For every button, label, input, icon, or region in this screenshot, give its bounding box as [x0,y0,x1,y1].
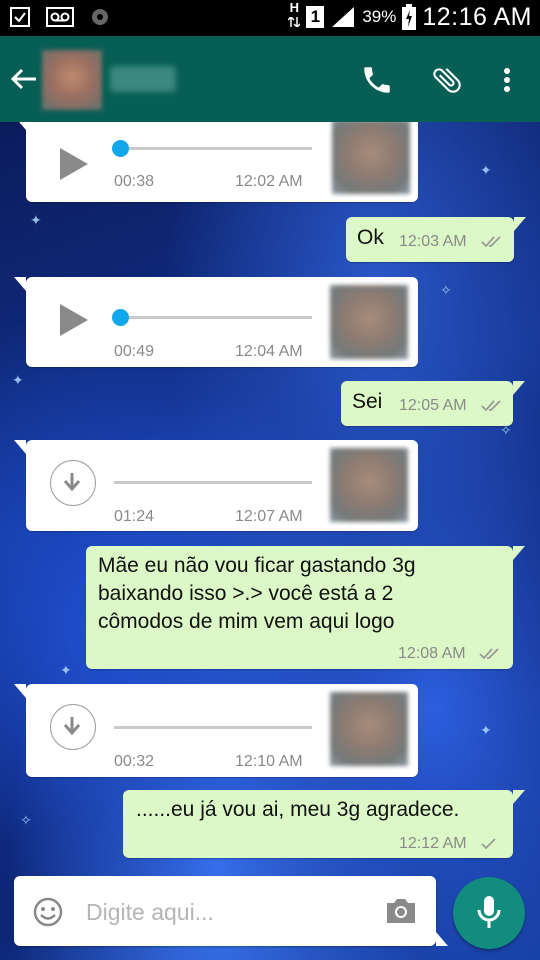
settings-icon [92,9,108,25]
play-icon[interactable] [56,146,92,182]
message-text: ......eu já vou ai, meu 3g agradece. [136,798,460,821]
audio-message[interactable]: 01:24 12:07 AM [14,440,418,531]
camera-icon[interactable] [384,896,418,926]
mic-button[interactable] [453,877,525,949]
message-text: Mãe eu não vou ficar gastando 3g baixand… [98,552,416,636]
contact-avatar[interactable] [42,50,102,110]
audio-duration: 00:49 [114,343,155,360]
battery-percent: 39% [362,7,397,26]
contact-name[interactable] [110,66,176,92]
data-arrows-icon [287,15,301,29]
message-time: 12:03 AM [399,233,467,250]
sender-thumbnail [330,285,408,359]
audio-seekbar[interactable] [114,481,312,484]
seekbar-knob[interactable] [112,309,129,326]
double-check-icon [481,400,501,412]
message-line: Mãe eu não vou ficar gastando 3g [98,554,416,577]
message-time: 12:02 AM [235,173,303,190]
audio-duration: 01:24 [114,508,155,525]
sim-slot: 1 [306,6,325,28]
audio-seekbar[interactable] [112,309,312,326]
signal-icon [332,7,355,27]
back-arrow-icon[interactable] [8,63,40,95]
message-line: baixando isso >.> você está a 2 [98,582,394,605]
audio-duration: 00:38 [114,173,155,190]
message-line: cômodos de mim vem aqui logo [98,610,395,633]
battery-charging-icon [402,4,417,30]
clock: 12:16 AM [422,2,532,31]
emoji-icon[interactable] [32,896,64,928]
seekbar-knob[interactable] [112,140,129,157]
audio-duration: 00:32 [114,753,155,770]
download-button[interactable] [50,704,96,750]
message-time: 12:05 AM [399,397,467,414]
message-input-bar [14,876,448,946]
audio-seekbar[interactable] [114,726,312,729]
double-check-icon [479,648,499,660]
audio-seekbar[interactable] [112,140,312,157]
outgoing-message[interactable]: Sei 12:05 AM [341,381,525,426]
mic-icon [477,896,501,928]
message-input[interactable] [84,892,368,932]
double-check-icon [481,236,501,248]
message-time: 12:04 AM [235,343,303,360]
audio-message[interactable]: 00:49 12:04 AM [14,277,418,367]
download-button[interactable] [50,460,96,506]
outgoing-message[interactable]: ......eu já vou ai, meu 3g agradece. 12:… [123,790,525,858]
play-icon[interactable] [56,302,92,338]
chat-toolbar [0,36,540,122]
audio-message[interactable]: 00:38 12:02 AM [14,122,418,202]
cast-icon [10,7,30,27]
message-text: Sei [352,390,383,413]
outgoing-message[interactable]: Mãe eu não vou ficar gastando 3g baixand… [86,546,525,669]
voicemail-icon [46,7,74,27]
more-vert-icon[interactable] [490,63,524,97]
chat-area[interactable]: ✦ ✦ ✧ ✦ ✧ ✦ ✧ ✦ 00:38 12:02 AM Ok 12:03 … [0,122,540,960]
single-check-icon [481,838,496,850]
message-time: 12:12 AM [399,835,467,852]
paperclip-icon[interactable] [430,63,464,97]
download-icon [63,717,81,736]
audio-message[interactable]: 00:32 12:10 AM [14,684,418,777]
status-bar: H 1 39% 12:16 AM [0,0,540,36]
outgoing-message[interactable]: Ok 12:03 AM [346,217,526,262]
message-time: 12:10 AM [235,753,303,770]
sender-thumbnail [330,692,408,766]
network-letter: H [289,0,300,15]
message-time: 12:07 AM [235,508,303,525]
download-icon [63,473,81,492]
sender-thumbnail [330,448,408,522]
message-time: 12:08 AM [398,645,466,662]
message-text: Ok [357,226,384,249]
sender-thumbnail [332,122,410,194]
network-type: H [287,0,301,32]
phone-icon[interactable] [360,63,394,97]
